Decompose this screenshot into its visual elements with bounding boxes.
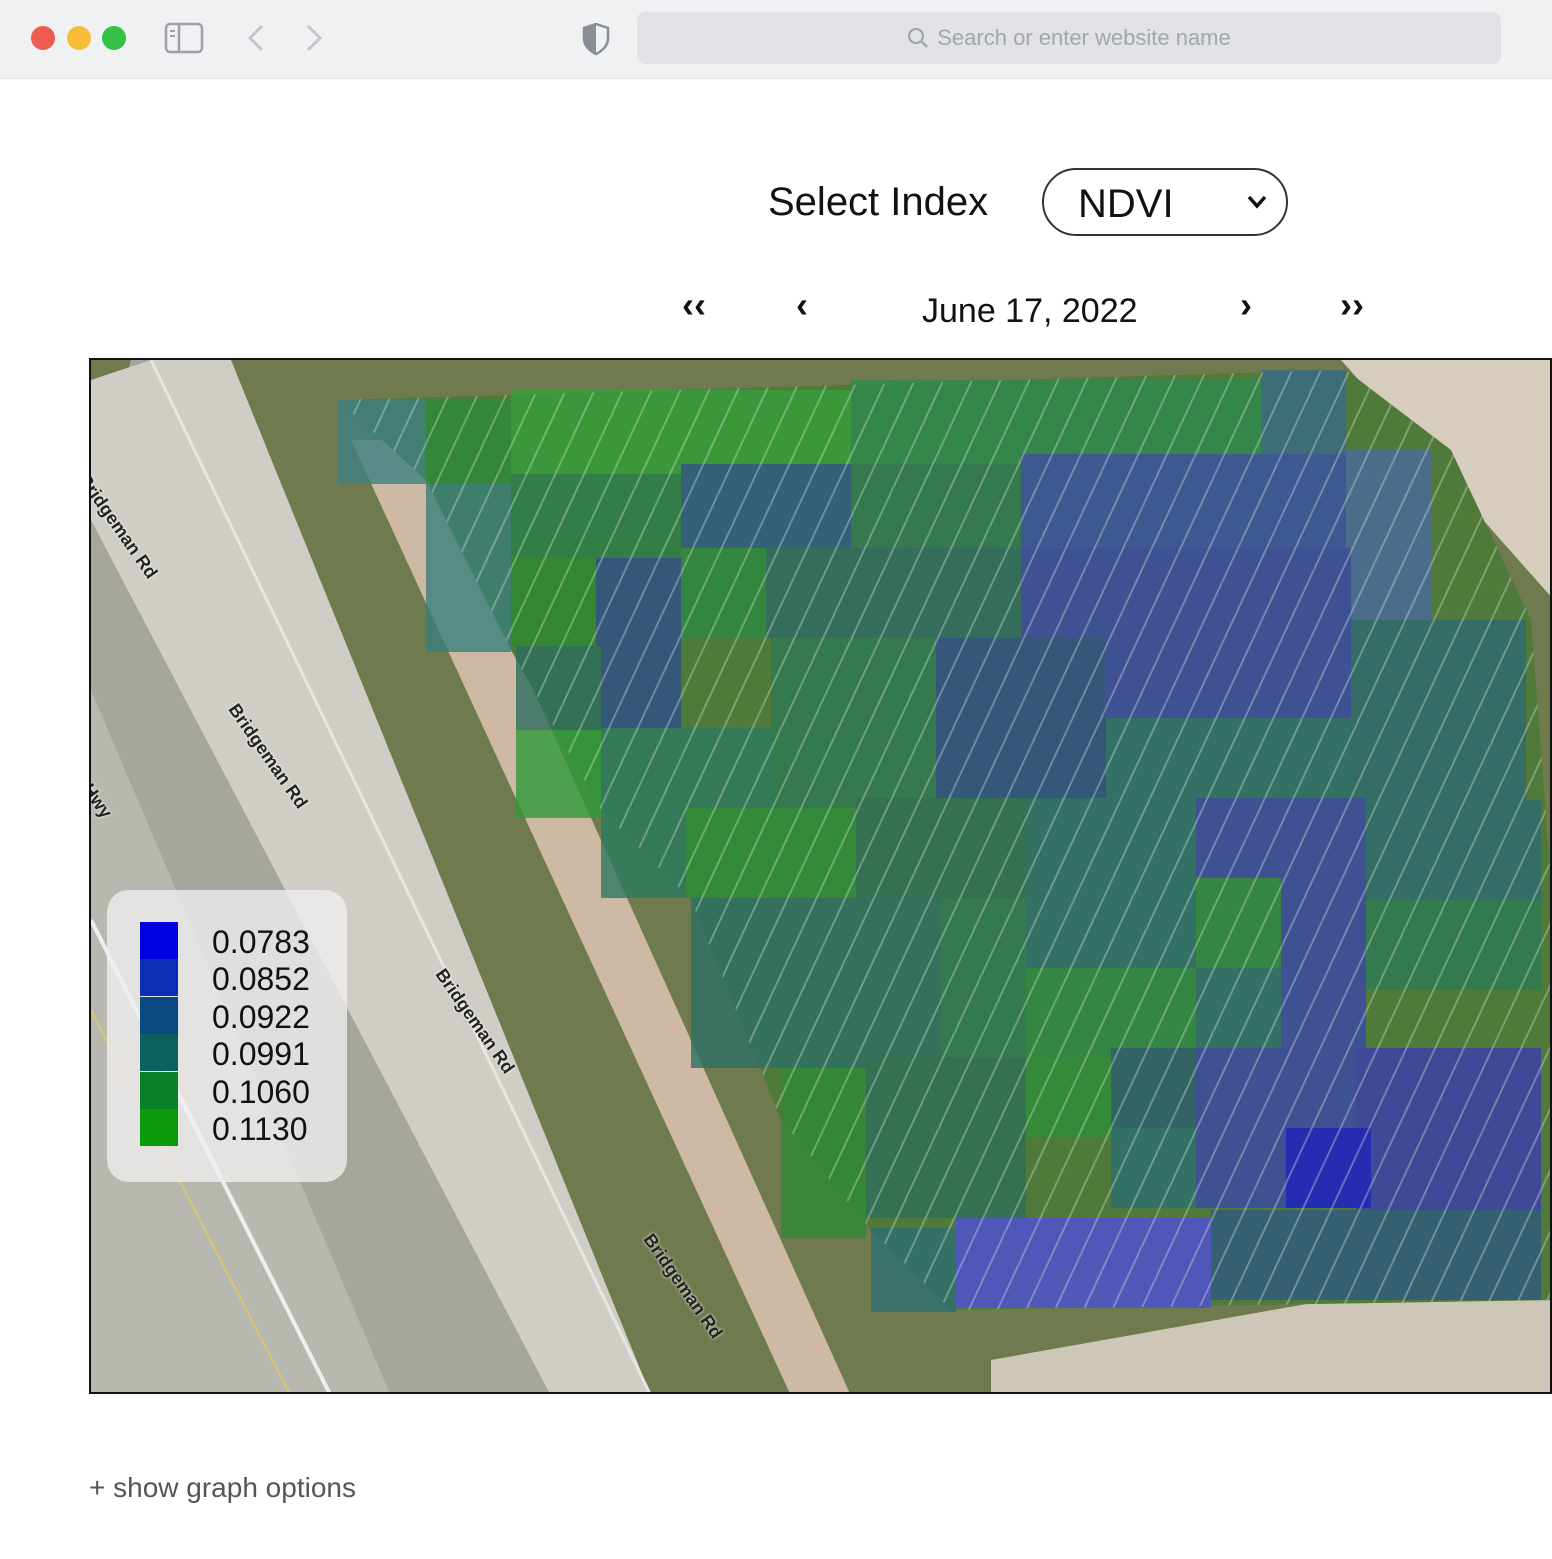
address-placeholder: Search or enter website name [937,25,1231,50]
legend-value: 0.0852 [212,961,310,997]
maximize-window-button[interactable] [102,26,126,50]
next-date-button[interactable]: › [1240,284,1252,326]
legend-item: 0.0852 [140,959,340,997]
legend-swatch [140,1109,178,1146]
first-date-button[interactable]: ‹‹ [682,284,706,326]
ndvi-map[interactable]: Bridgeman Rd Bridgeman Rd Bridgeman Rd B… [89,358,1552,1394]
forward-arrow-icon[interactable] [302,18,326,58]
back-arrow-icon[interactable] [244,18,268,58]
browser-toolbar: Search or enter website name [0,0,1552,79]
legend-value: 0.1130 [212,1111,308,1147]
shield-icon[interactable] [580,18,612,58]
index-select-value: NDVI [1078,182,1174,226]
show-graph-options-link[interactable]: + show graph options [89,1472,356,1504]
chevron-down-icon [1247,195,1267,209]
legend-swatch [140,959,178,996]
minimize-window-button[interactable] [67,26,91,50]
previous-date-button[interactable]: ‹ [796,284,808,326]
legend-item: 0.1060 [140,1072,340,1110]
close-window-button[interactable] [31,26,55,50]
legend-swatch [140,1034,178,1071]
legend-value: 0.0922 [212,999,310,1035]
last-date-button[interactable]: ›› [1340,284,1364,326]
select-index-label: Select Index [768,180,989,224]
current-date: June 17, 2022 [922,292,1138,330]
satellite-basemap [91,360,1550,1392]
index-select[interactable]: NDVI [1042,168,1288,236]
legend-value: 0.1060 [212,1074,310,1110]
search-icon [908,27,929,48]
address-bar[interactable]: Search or enter website name [637,12,1501,64]
legend-value: 0.0991 [212,1036,310,1072]
legend-value: 0.0783 [212,924,310,960]
sidebar-icon[interactable] [164,18,204,58]
legend-swatch [140,997,178,1034]
legend-swatch [140,922,178,959]
map-legend: 0.0783 0.0852 0.0922 0.0991 0.1060 0.113… [107,890,347,1182]
legend-item: 0.0991 [140,1034,340,1072]
legend-swatch [140,1072,178,1109]
legend-item: 0.0922 [140,997,340,1035]
legend-item: 0.0783 [140,922,340,960]
legend-item: 0.1130 [140,1109,340,1147]
